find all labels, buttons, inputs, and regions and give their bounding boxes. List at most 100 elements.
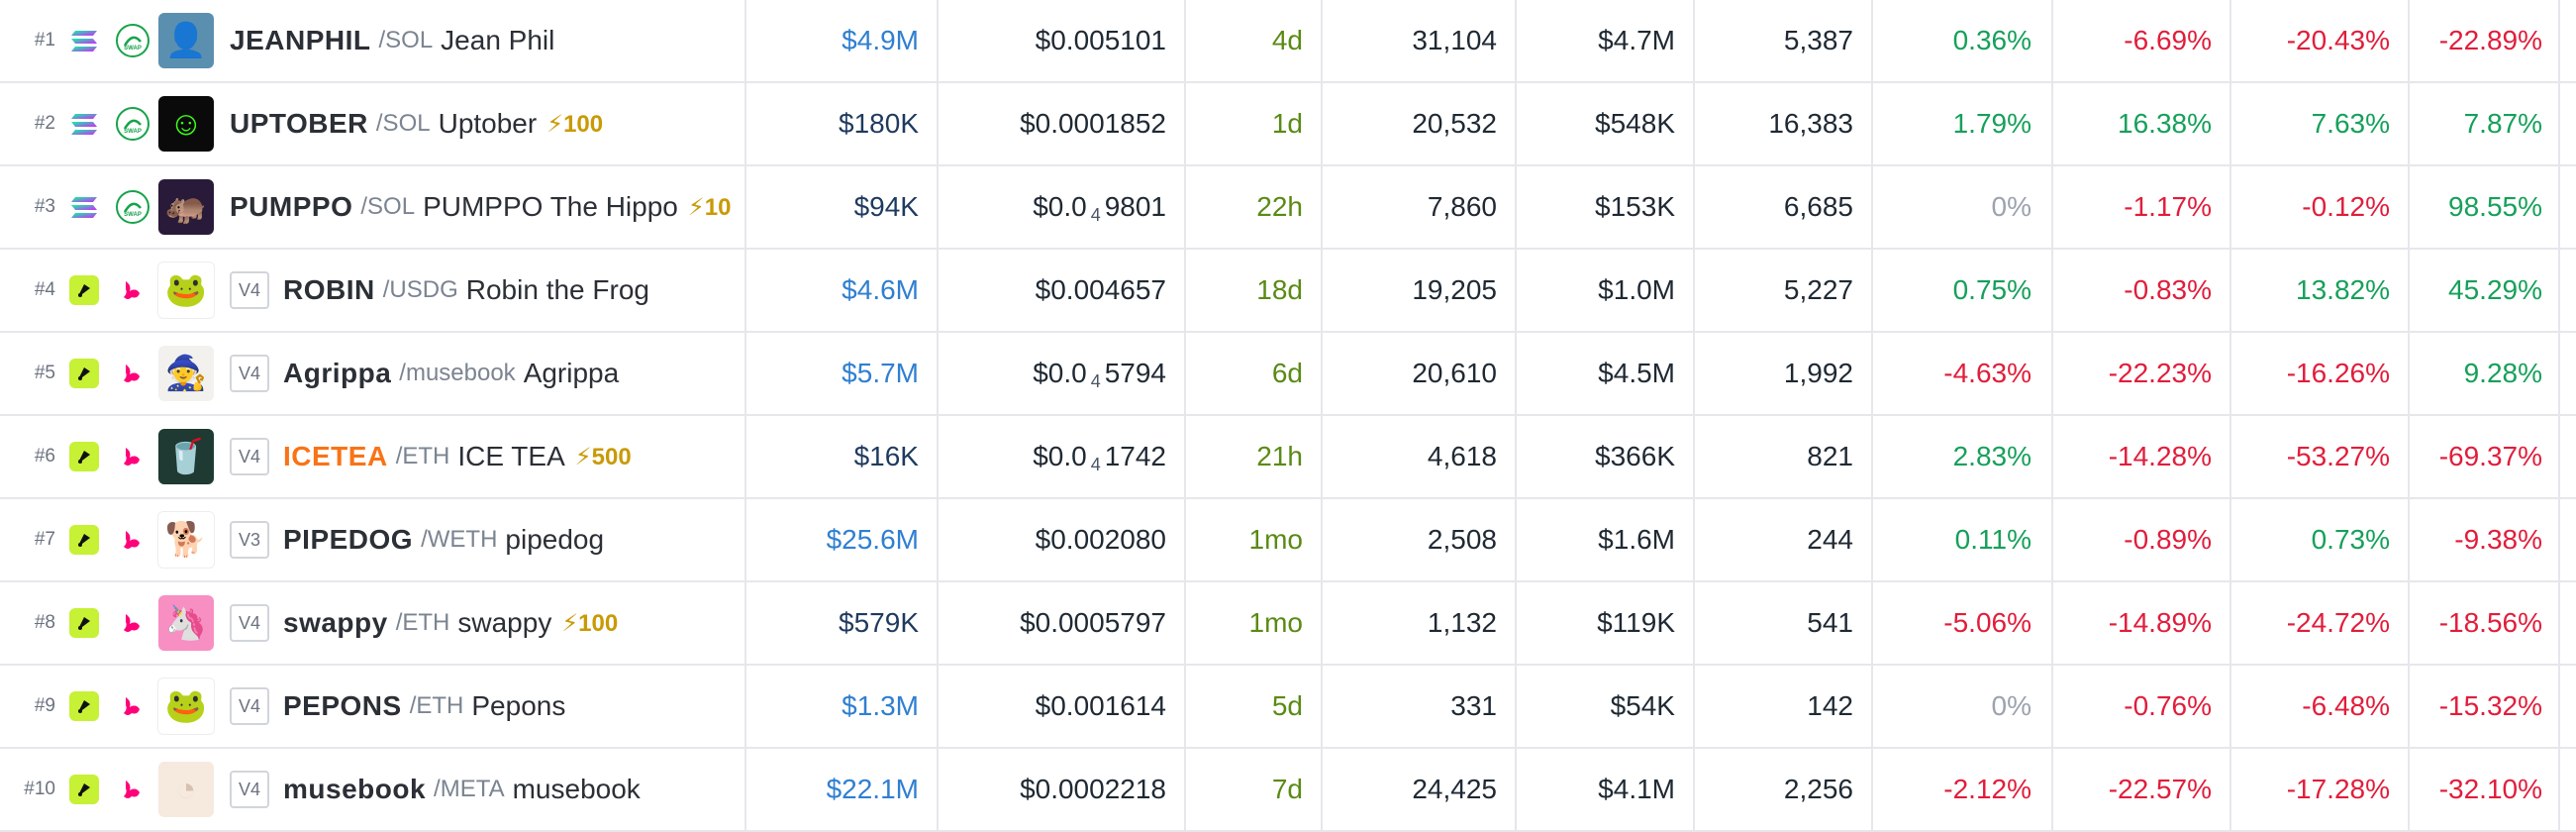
token-full-name: Robin the Frog [465, 274, 649, 305]
musebook-avatar[interactable]: ◔ [158, 762, 214, 817]
table-row[interactable]: #8 🦄 V4 swappy/ETH swappy ⚡100 $579K $0.0005797… [0, 582, 2576, 666]
change-5m-cell: 2.83% [1871, 416, 2031, 497]
txns-cell-value: 7,860 [1427, 191, 1497, 222]
change-6h-cell-value: -17.28% [2286, 774, 2390, 804]
makers-cell: 541 [1693, 582, 1853, 664]
token-name-cell[interactable]: V4 PEPONS/ETH Pepons [230, 666, 737, 747]
token-name-cell[interactable]: UPTOBER/SOL Uptober ⚡100 [230, 83, 737, 164]
uniswap-icon [116, 273, 149, 307]
pepons-avatar[interactable]: 🐸 [157, 677, 215, 735]
dex-cell [113, 333, 152, 414]
dex-cell [113, 416, 152, 497]
icetea-avatar[interactable]: 🥤 [158, 429, 214, 484]
table-row[interactable]: #6 🥤 V4 ICETEA/ETH ICE TEA ⚡500 $16K $0.0 4 1742 2… [0, 416, 2576, 499]
price-cell: $0.005101 [937, 0, 1166, 81]
table-row[interactable]: #4 🐸 V4 ROBIN/USDG Robin the Frog $4.6M $0.004… [0, 250, 2576, 333]
table-row[interactable]: #10 ◔ V4 musebook/META musebook $22.1M $0.0002… [0, 749, 2576, 832]
volume-cell-value: $548K [1595, 108, 1675, 139]
token-name-cell[interactable]: V3 PIPEDOG/WETH pipedog [230, 499, 737, 580]
column-divider [2558, 166, 2560, 248]
svg-text:SWAP: SWAP [124, 129, 142, 135]
price-value: $0.0005797 [1020, 607, 1166, 638]
solana-icon [68, 25, 100, 56]
token-name-cell[interactable]: JEANPHIL/SOL Jean Phil [230, 0, 737, 81]
rank-label: #10 [24, 779, 55, 799]
pumppo-avatar[interactable]: 🦛 [158, 179, 214, 235]
makers-cell: 821 [1693, 416, 1853, 497]
change-5m-cell-value: -2.12% [1943, 774, 2031, 804]
boost-badge[interactable]: ⚡100 [561, 609, 618, 638]
age-cell: 21h [1184, 416, 1303, 497]
change-5m-cell-value: 0.11% [1954, 524, 2031, 555]
change-5m-cell-value: -5.06% [1943, 607, 2031, 638]
agrippa-avatar[interactable]: 🧙 [158, 346, 214, 401]
token-avatar-cell: 🧙 [157, 333, 215, 414]
token-symbol: PEPONS [283, 690, 402, 721]
pool-version-badge: V4 [230, 271, 269, 309]
liquidity-cell-value: $4.9M [842, 25, 919, 55]
age-cell: 7d [1184, 749, 1303, 830]
change-1h-cell-value: -1.17% [2124, 191, 2212, 222]
age-cell: 1mo [1184, 582, 1303, 664]
volume-cell-value: $1.0M [1598, 274, 1675, 305]
table-row[interactable]: #7 🐕 V3 PIPEDOG/WETH pipedog $25.6M $0.002080 1… [0, 499, 2576, 582]
makers-cell-value: 142 [1807, 690, 1853, 721]
rank-label: #6 [34, 446, 55, 467]
uniswap-icon [116, 689, 149, 723]
jeanphil-avatar[interactable]: 👤 [158, 13, 214, 68]
pipedog-avatar[interactable]: 🐕 [157, 511, 215, 569]
age-cell: 1mo [1184, 499, 1303, 580]
change-6h-cell: 0.73% [2229, 499, 2390, 580]
change-6h-cell-value: -6.48% [2302, 690, 2390, 721]
token-name-cell[interactable]: V4 swappy/ETH swappy ⚡100 [230, 582, 737, 664]
robin-avatar[interactable]: 🐸 [157, 261, 215, 319]
solana-icon [68, 108, 100, 140]
age-cell-value: 21h [1256, 441, 1303, 471]
token-name-cell[interactable]: V4 ICETEA/ETH ICE TEA ⚡500 [230, 416, 737, 497]
table-row[interactable]: #9 🐸 V4 PEPONS/ETH Pepons $1.3M $0.001614 5d 331… [0, 666, 2576, 749]
liquidity-cell-value: $180K [839, 108, 919, 139]
swappy-avatar[interactable]: 🦄 [158, 595, 214, 651]
change-6h-cell-value: -53.27% [2286, 441, 2390, 471]
column-divider [2558, 666, 2560, 747]
uptober-avatar[interactable]: ☺ [158, 96, 214, 152]
dex-cell: SWAP [113, 83, 152, 164]
dex-cell [113, 250, 152, 331]
table-row[interactable]: #2 SWAP ☺ UPTOBER/SOL Uptober ⚡100 $180K $0.000… [0, 83, 2576, 166]
token-full-name: PUMPPO The Hippo [423, 191, 678, 222]
token-avatar-cell: ☺ [157, 83, 215, 164]
makers-cell-value: 5,227 [1783, 274, 1853, 305]
boost-badge[interactable]: ⚡10 [688, 193, 732, 222]
pairs-table: #1 SWAP 👤 JEANPHIL/SOL Jean Phil $4.9M $0.0051… [0, 0, 2576, 832]
table-row[interactable]: #3 SWAP 🦛 PUMPPO/SOL PUMPPO The Hippo ⚡10 $94K… [0, 166, 2576, 250]
quote-symbol: /ETH [395, 443, 450, 469]
token-name-cell[interactable]: V4 ROBIN/USDG Robin the Frog [230, 250, 737, 331]
age-cell-value: 1mo [1248, 607, 1303, 638]
rank-label: #8 [34, 612, 55, 633]
change-6h-cell-value: -20.43% [2286, 25, 2390, 55]
boost-badge[interactable]: ⚡100 [546, 110, 603, 139]
quote-symbol: /META [434, 776, 505, 802]
price-cell: $0.001614 [937, 666, 1166, 747]
price-value: $0.0 [1033, 441, 1087, 471]
token-name-cell[interactable]: V4 Agrippa/musebook Agrippa [230, 333, 737, 414]
volume-cell-value: $4.5M [1598, 358, 1675, 388]
liquidity-cell-value: $22.1M [826, 774, 919, 804]
table-row[interactable]: #1 SWAP 👤 JEANPHIL/SOL Jean Phil $4.9M $0.0051… [0, 0, 2576, 83]
token-name-cell[interactable]: V4 musebook/META musebook [230, 749, 737, 830]
change-6h-cell: -53.27% [2229, 416, 2390, 497]
makers-cell-value: 541 [1807, 607, 1853, 638]
makers-cell: 142 [1693, 666, 1853, 747]
lime-chain-icon [69, 691, 99, 721]
boost-badge[interactable]: ⚡500 [575, 443, 632, 471]
change-24h-cell-value: 7.87% [2463, 108, 2542, 139]
lime-chain-icon [69, 275, 99, 305]
change-1h-cell-value: -0.89% [2124, 524, 2212, 555]
liquidity-cell-value: $5.7M [842, 358, 919, 388]
rank-label: #9 [34, 695, 55, 716]
txns-cell-value: 31,104 [1412, 25, 1497, 55]
table-row[interactable]: #5 🧙 V4 Agrippa/musebook Agrippa $5.7M $0.0 4 57… [0, 333, 2576, 416]
chain-cell [65, 582, 103, 664]
token-name-cell[interactable]: PUMPPO/SOL PUMPPO The Hippo ⚡10 [230, 166, 737, 248]
rank-label: #7 [34, 529, 55, 550]
